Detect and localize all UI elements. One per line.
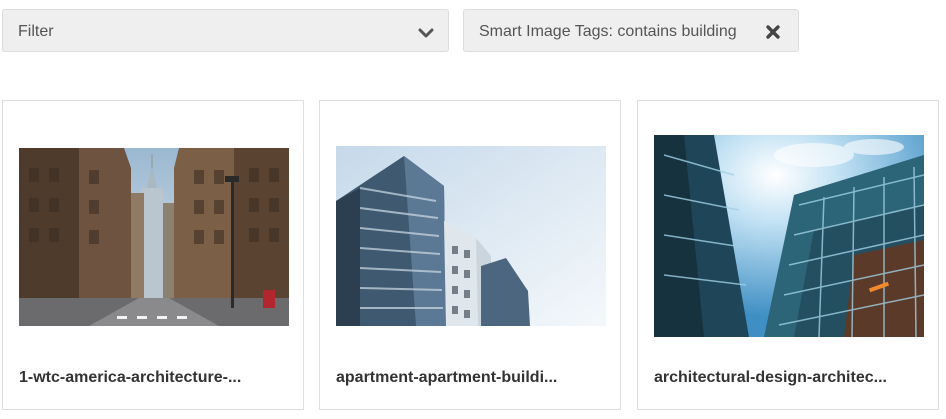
chevron-down-icon [418,28,434,38]
image-card[interactable]: apartment-apartment-buildi... [319,100,621,410]
close-icon[interactable] [765,24,781,40]
active-filter-tag: Smart Image Tags: contains building [463,9,799,52]
image-caption[interactable]: 1-wtc-america-architecture-... [19,369,289,387]
image-caption[interactable]: architectural-design-architec... [654,369,924,387]
image-thumbnail[interactable] [19,148,289,326]
image-caption[interactable]: apartment-apartment-buildi... [336,369,606,387]
image-card[interactable]: 1-wtc-america-architecture-... [2,100,304,410]
image-thumbnail[interactable] [654,135,924,337]
filter-dropdown[interactable]: Filter [2,9,449,52]
image-thumbnail[interactable] [336,146,606,326]
image-card[interactable]: architectural-design-architec... [637,100,939,410]
active-filter-label: Smart Image Tags: contains building [479,23,737,40]
filter-placeholder: Filter [18,23,54,40]
